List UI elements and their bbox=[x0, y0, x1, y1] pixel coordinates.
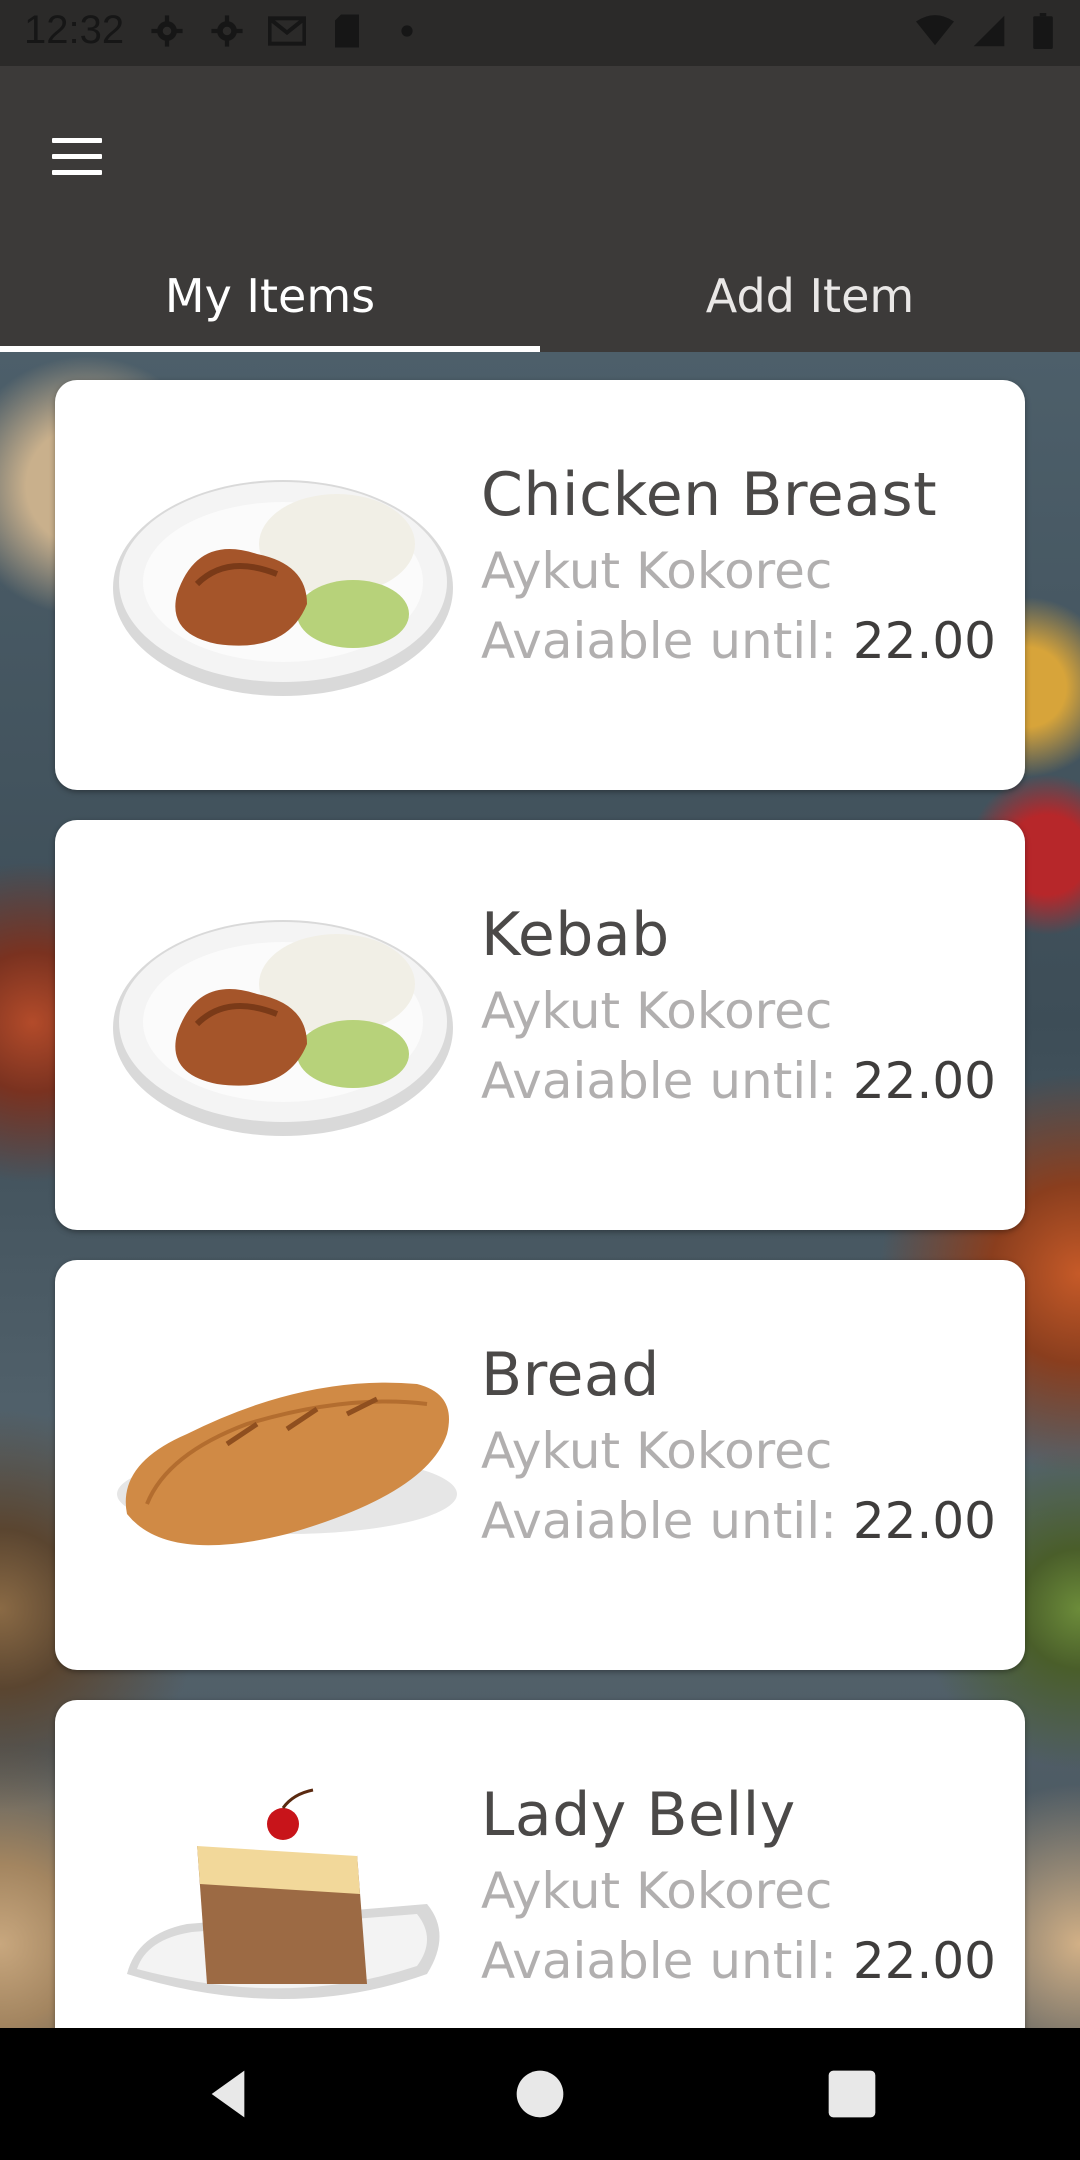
back-icon[interactable] bbox=[200, 2066, 256, 2122]
item-name: Kebab bbox=[481, 900, 670, 970]
sd-card-icon bbox=[328, 12, 366, 50]
item-name: Bread bbox=[481, 1340, 660, 1410]
cake-slice-image bbox=[107, 1784, 463, 2024]
bread-loaf-image bbox=[107, 1344, 463, 1584]
home-icon[interactable] bbox=[512, 2066, 568, 2122]
item-availability: Avaiable until: 22.00 bbox=[481, 612, 996, 670]
item-card[interactable]: Chicken Breast Aykut Kokorec Avaiable un… bbox=[55, 380, 1025, 790]
gear-icon bbox=[208, 12, 246, 50]
tab-bar: My Items Add Item bbox=[0, 240, 1080, 352]
items-list[interactable]: Chicken Breast Aykut Kokorec Avaiable un… bbox=[0, 352, 1080, 2028]
hamburger-menu-icon[interactable] bbox=[44, 122, 112, 190]
availability-time: 22.00 bbox=[852, 612, 996, 670]
item-card[interactable]: Lady Belly Aykut Kokorec Avaiable until:… bbox=[55, 1700, 1025, 2028]
signal-icon bbox=[970, 12, 1008, 50]
availability-time: 22.00 bbox=[852, 1932, 996, 1990]
item-availability: Avaiable until: 22.00 bbox=[481, 1932, 996, 1990]
wifi-icon bbox=[916, 12, 954, 50]
availability-time: 22.00 bbox=[852, 1052, 996, 1110]
chicken-rice-plate-image bbox=[107, 464, 463, 704]
gmail-icon bbox=[268, 12, 306, 50]
dot-icon bbox=[388, 12, 426, 50]
chicken-rice-plate-image bbox=[107, 904, 463, 1144]
availability-time: 22.00 bbox=[852, 1492, 996, 1550]
item-owner: Aykut Kokorec bbox=[481, 982, 833, 1040]
item-card[interactable]: Bread Aykut Kokorec Avaiable until: 22.0… bbox=[55, 1260, 1025, 1670]
status-icons-right bbox=[916, 12, 1062, 50]
availability-label: Avaiable until: bbox=[481, 1052, 853, 1110]
gear-icon bbox=[148, 12, 186, 50]
item-owner: Aykut Kokorec bbox=[481, 1862, 833, 1920]
availability-label: Avaiable until: bbox=[481, 612, 853, 670]
navigation-bar bbox=[0, 2028, 1080, 2160]
item-name: Chicken Breast bbox=[481, 460, 938, 530]
status-time: 12:32 bbox=[24, 8, 125, 52]
tab-my-items[interactable]: My Items bbox=[0, 240, 540, 352]
item-card[interactable]: Kebab Aykut Kokorec Avaiable until: 22.0… bbox=[55, 820, 1025, 1230]
app-bar: My Items Add Item bbox=[0, 66, 1080, 352]
item-owner: Aykut Kokorec bbox=[481, 542, 833, 600]
tab-add-item[interactable]: Add Item bbox=[540, 240, 1080, 352]
status-bar: 12:32 bbox=[0, 0, 1080, 66]
item-owner: Aykut Kokorec bbox=[481, 1422, 833, 1480]
availability-label: Avaiable until: bbox=[481, 1932, 853, 1990]
availability-label: Avaiable until: bbox=[481, 1492, 853, 1550]
item-availability: Avaiable until: 22.00 bbox=[481, 1052, 996, 1110]
recents-icon[interactable] bbox=[824, 2066, 880, 2122]
status-icons-left bbox=[148, 12, 426, 50]
battery-icon bbox=[1024, 12, 1062, 50]
item-availability: Avaiable until: 22.00 bbox=[481, 1492, 996, 1550]
item-name: Lady Belly bbox=[481, 1780, 796, 1850]
